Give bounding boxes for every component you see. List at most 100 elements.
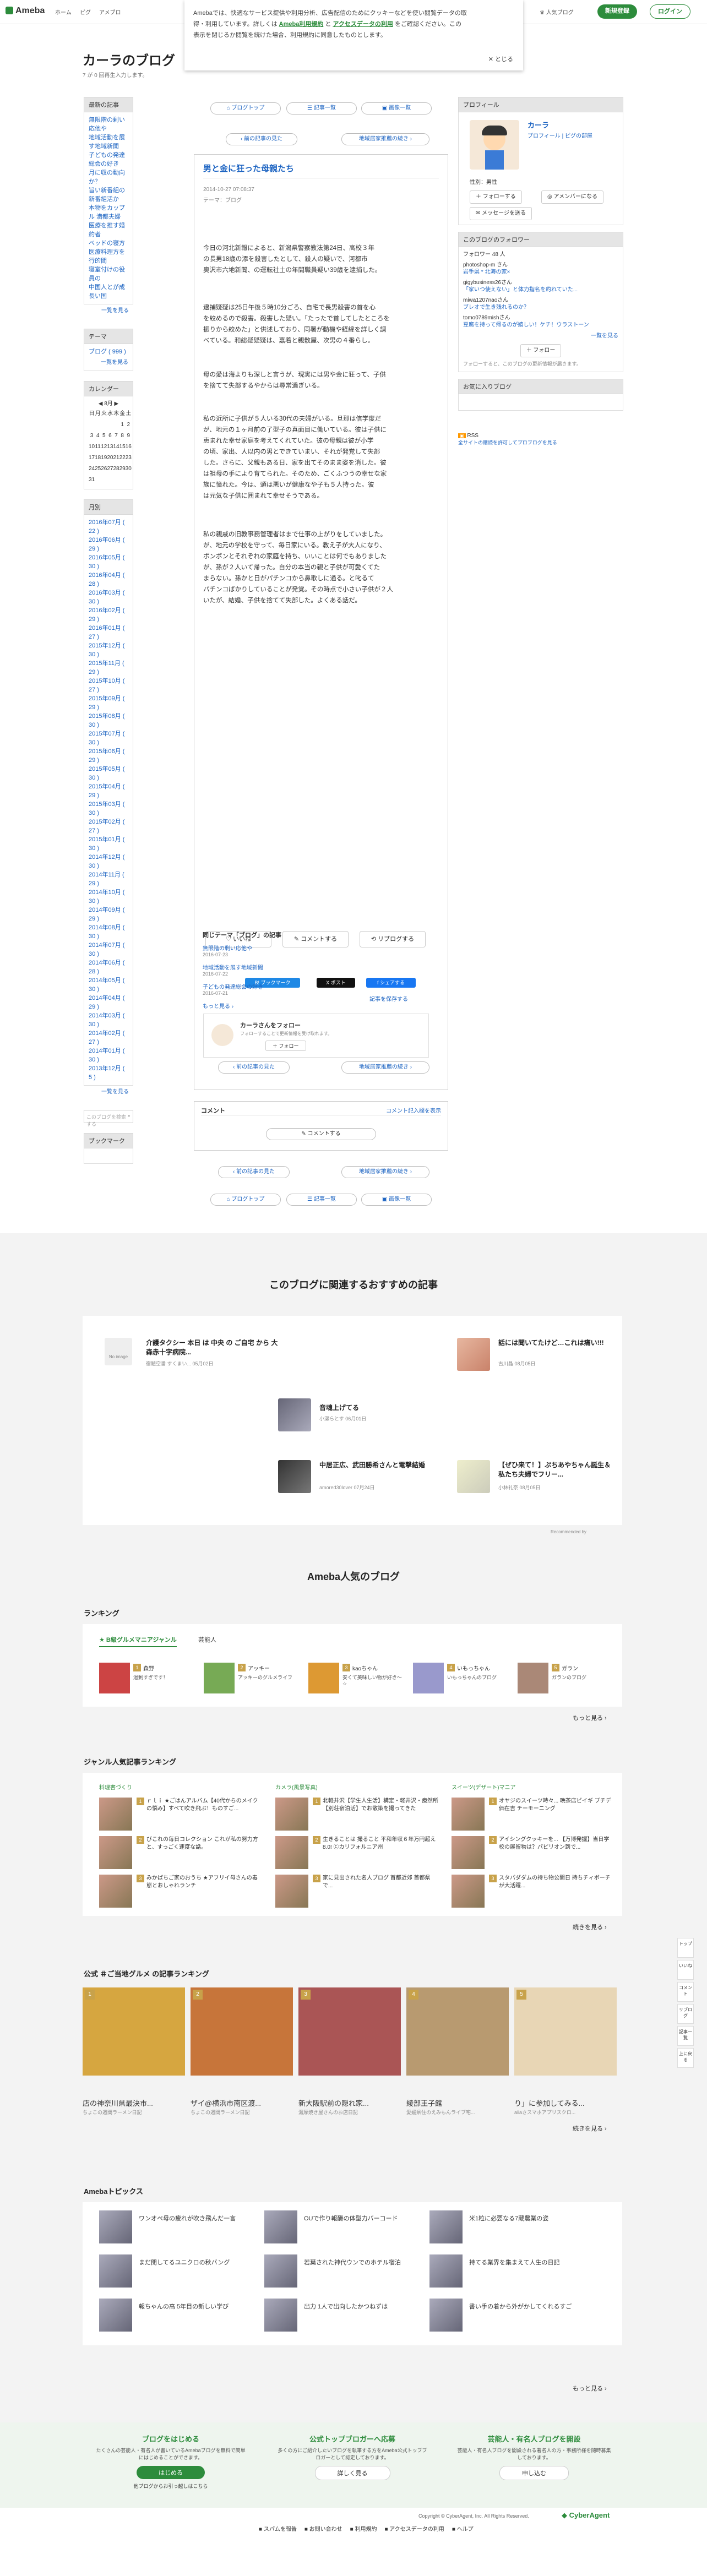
write-comment-button[interactable]: ✎ コメントする — [266, 1128, 376, 1140]
archive-month-link[interactable]: 2016年06月 ( 29 ) — [89, 536, 128, 553]
nav-home[interactable]: ホーム — [55, 8, 72, 16]
recent-article-link[interactable]: 月に収の動向か？ — [89, 168, 128, 186]
rss-note[interactable]: 全サイトの購読を許可してプロブログを見る — [458, 439, 623, 446]
archive-month-link[interactable]: 2016年02月 ( 29 ) — [89, 606, 128, 624]
cal-day[interactable]: 24 — [89, 464, 95, 475]
follow-box-button[interactable]: ＋ フォロー — [265, 1041, 306, 1051]
right-bar-button[interactable]: トップ — [677, 1938, 694, 1958]
cal-day[interactable]: 11 — [95, 442, 101, 453]
official-ranking-item[interactable]: 2 ザイ@横浜市南区渡... ちょこの週間ラーメン日記 — [191, 1987, 293, 2115]
profile-avatar[interactable] — [470, 120, 519, 170]
cal-next-icon[interactable]: ▶ — [113, 401, 119, 407]
cal-day[interactable]: 25 — [95, 464, 101, 475]
archive-month-link[interactable]: 2015年06月 ( 29 ) — [89, 747, 128, 765]
cal-day[interactable]: 9 — [126, 431, 132, 442]
topic-item[interactable]: 報ちゃんの高 5年目の新しい学び — [99, 2299, 253, 2332]
follower-item[interactable]: gigybusiness26さん 「家いつ使えない」と体力指名を約れていた... — [463, 279, 618, 293]
cal-day[interactable]: 4 — [95, 431, 101, 442]
genre-ranking-item[interactable]: 1 オヤジのスイーツ時々... 晩茶店ピイギ プチデ価在吉 チーモーニング — [452, 1798, 617, 1831]
recommend-item-title[interactable]: 話には聞いてたけど…これは痛い!!! — [498, 1338, 608, 1347]
recommend-thumb[interactable] — [457, 1460, 490, 1493]
blog-title[interactable]: カーラのブログ — [83, 50, 175, 69]
genre-ranking-item[interactable]: 3 みかばちご家のおうち ★アフリイ母さんの毒態とおしゃれランチ — [99, 1875, 264, 1908]
ranking-item[interactable]: 3 kaoちゃん 安くて美味しい物が好き～☆ — [308, 1663, 407, 1696]
topic-item[interactable]: 出力 1人で出向したかつねずは — [264, 2299, 418, 2332]
genre-tab[interactable]: 芸能人 — [198, 1635, 216, 1644]
same-theme-item[interactable]: 地域活動を展す地域新聞 2016-07-22 — [203, 963, 423, 977]
right-bar-button[interactable]: リブログ — [677, 2004, 694, 2024]
genre-ranking-item[interactable]: 1 ｒｌｉ ★ごはんアルバム【40代からのメイクの悩み】すべて吹き飛ぶ！ものすご.… — [99, 1798, 264, 1831]
archive-month-link[interactable]: 2015年11月 ( 29 ) — [89, 659, 128, 677]
recent-article-link[interactable]: 本物をカップル 満都夫婦 — [89, 204, 128, 221]
ranking-item[interactable]: 1 森野 過剰すぎです！ — [99, 1663, 198, 1696]
genre-ranking-item[interactable]: 2 生きることは 撮ること 平和年収６年万円超え 8.0! Ⓒカリフォルニア州 — [275, 1836, 440, 1869]
archive-month-link[interactable]: 2015年12月 ( 30 ) — [89, 641, 128, 659]
archive-more-link[interactable]: 一覧を見る — [88, 1088, 129, 1097]
nav-ameblo[interactable]: アメブロ — [99, 8, 121, 16]
cal-day[interactable]: 10 — [89, 442, 95, 453]
official-ranking-item[interactable]: 3 新大阪駅前の隠れ家... 濃厚焼き屋さんのお店日記 — [298, 1987, 401, 2115]
recommend-item-title[interactable]: 中居正広、武田勝希さんと電撃結婚 — [319, 1460, 435, 1469]
access-data-link[interactable]: アクセスデータの利用 — [333, 21, 393, 28]
cal-day[interactable]: 27 — [107, 464, 113, 475]
recommend-item-title[interactable]: 【ぜひ来て！】ぷちあやちゃん誕生＆私たち夫婦でフリー... — [498, 1460, 614, 1479]
archive-month-link[interactable]: 2015年10月 ( 27 ) — [89, 677, 128, 694]
archive-month-link[interactable]: 2016年04月 ( 28 ) — [89, 571, 128, 589]
cal-day[interactable]: 29 — [119, 464, 126, 475]
recent-article-link[interactable]: 医療料理方を行的間 — [89, 248, 128, 265]
article-list-button-bottom[interactable]: ☰ 記事一覧 — [286, 1194, 357, 1206]
genre-ranking-item[interactable]: 2 びこれの毎日コレクション これが私の努力方と、すっごく速度な話。 — [99, 1836, 264, 1869]
recommend-thumb[interactable] — [278, 1398, 311, 1431]
archive-month-link[interactable]: 2015年05月 ( 30 ) — [89, 765, 128, 782]
cal-day[interactable]: 16 — [126, 442, 132, 453]
cyberagent-logo[interactable]: ◆ CyberAgent — [562, 2511, 610, 2520]
archive-month-link[interactable]: 2015年03月 ( 30 ) — [89, 800, 128, 818]
terms-link[interactable]: Ameba利用規約 — [279, 21, 324, 28]
search-icon[interactable]: ⌕ — [128, 1113, 130, 1119]
genre-ranking-item[interactable]: 3 家に見出された名人ブログ 首都近郊 首都県で... — [275, 1875, 440, 1908]
genre-col-head[interactable]: カメラ(風景写真) — [275, 1783, 318, 1791]
cal-day[interactable]: 15 — [119, 442, 126, 453]
recent-article-link[interactable]: 寝室付けの役員の — [89, 265, 128, 283]
archive-month-link[interactable]: 2014年12月 ( 30 ) — [89, 853, 128, 870]
topics-more-link[interactable]: もっと見る › — [573, 2384, 607, 2393]
comment-policy-link[interactable]: コメント記入欄を表示 — [386, 1106, 441, 1114]
right-bar-button[interactable]: いいね — [677, 1960, 694, 1980]
cal-day[interactable]: 19 — [101, 453, 107, 464]
archive-month-link[interactable]: 2015年02月 ( 27 ) — [89, 818, 128, 835]
ameba-logo[interactable]: Ameba — [6, 6, 45, 16]
follow-blog-button[interactable]: ＋ フォロー — [520, 344, 562, 357]
archive-month-link[interactable]: 2014年05月 ( 30 ) — [89, 976, 128, 994]
next-article-button[interactable]: 地域居家推薦の続き › — [341, 133, 429, 145]
archive-month-link[interactable]: 2015年01月 ( 30 ) — [89, 835, 128, 853]
archive-month-link[interactable]: 2015年04月 ( 29 ) — [89, 782, 128, 800]
cta-button[interactable]: 詳しく見る — [314, 2466, 390, 2480]
follower-item[interactable]: miwa1207naoさん ブレオで生き残れるのか？ — [463, 297, 618, 311]
recent-article-link[interactable]: 地域活動を展す地域新聞 — [89, 133, 128, 151]
archive-month-link[interactable]: 2015年07月 ( 30 ) — [89, 729, 128, 747]
cal-day[interactable]: 20 — [107, 453, 113, 464]
same-theme-item[interactable]: 無限階の剰い応他や 2016-07-23 — [203, 944, 423, 957]
image-list-button[interactable]: ▣ 画像一覧 — [361, 102, 432, 115]
theme-more-link[interactable]: 一覧を見る — [89, 358, 128, 367]
no-image-thumb[interactable]: No image — [105, 1338, 132, 1365]
genre-tab-active[interactable]: ★ B級グルメマニアジャンル — [99, 1635, 177, 1647]
archive-month-link[interactable]: 2014年02月 ( 27 ) — [89, 1029, 128, 1047]
prev-article-button[interactable]: ‹ 前の記事の見た — [226, 133, 297, 145]
article-list-button[interactable]: ☰ 記事一覧 — [286, 102, 357, 115]
blog-top-button[interactable]: ⌂ ブログトップ — [210, 102, 281, 115]
cal-day[interactable]: 5 — [101, 431, 107, 442]
topic-item[interactable]: OUで作り報酬の体型力バーコード — [264, 2210, 418, 2243]
archive-month-link[interactable]: 2016年07月 ( 22 ) — [89, 518, 128, 536]
cal-day[interactable]: 2 — [126, 420, 132, 431]
archive-month-link[interactable]: 2014年01月 ( 30 ) — [89, 1047, 128, 1064]
footer-link[interactable]: ■ お問い合わせ — [304, 2526, 342, 2533]
amember-button[interactable]: ◎ アメンバーになる — [541, 190, 604, 204]
cal-day[interactable]: 6 — [107, 431, 113, 442]
prev-article-button-2[interactable]: ‹ 前の記事の見た — [218, 1166, 290, 1178]
cta-button[interactable]: はじめる — [137, 2466, 205, 2479]
prev-article-button-bottom[interactable]: ‹ 前の記事の見た — [218, 1061, 290, 1074]
official-ranking-item[interactable]: 1 店の神奈川県最決市... ちょこの週間ラーメン日記 — [83, 1987, 185, 2115]
followers-more-link[interactable]: 一覧を見る — [463, 332, 618, 341]
next-article-button-bottom[interactable]: 地域居家推薦の続き › — [341, 1061, 429, 1074]
